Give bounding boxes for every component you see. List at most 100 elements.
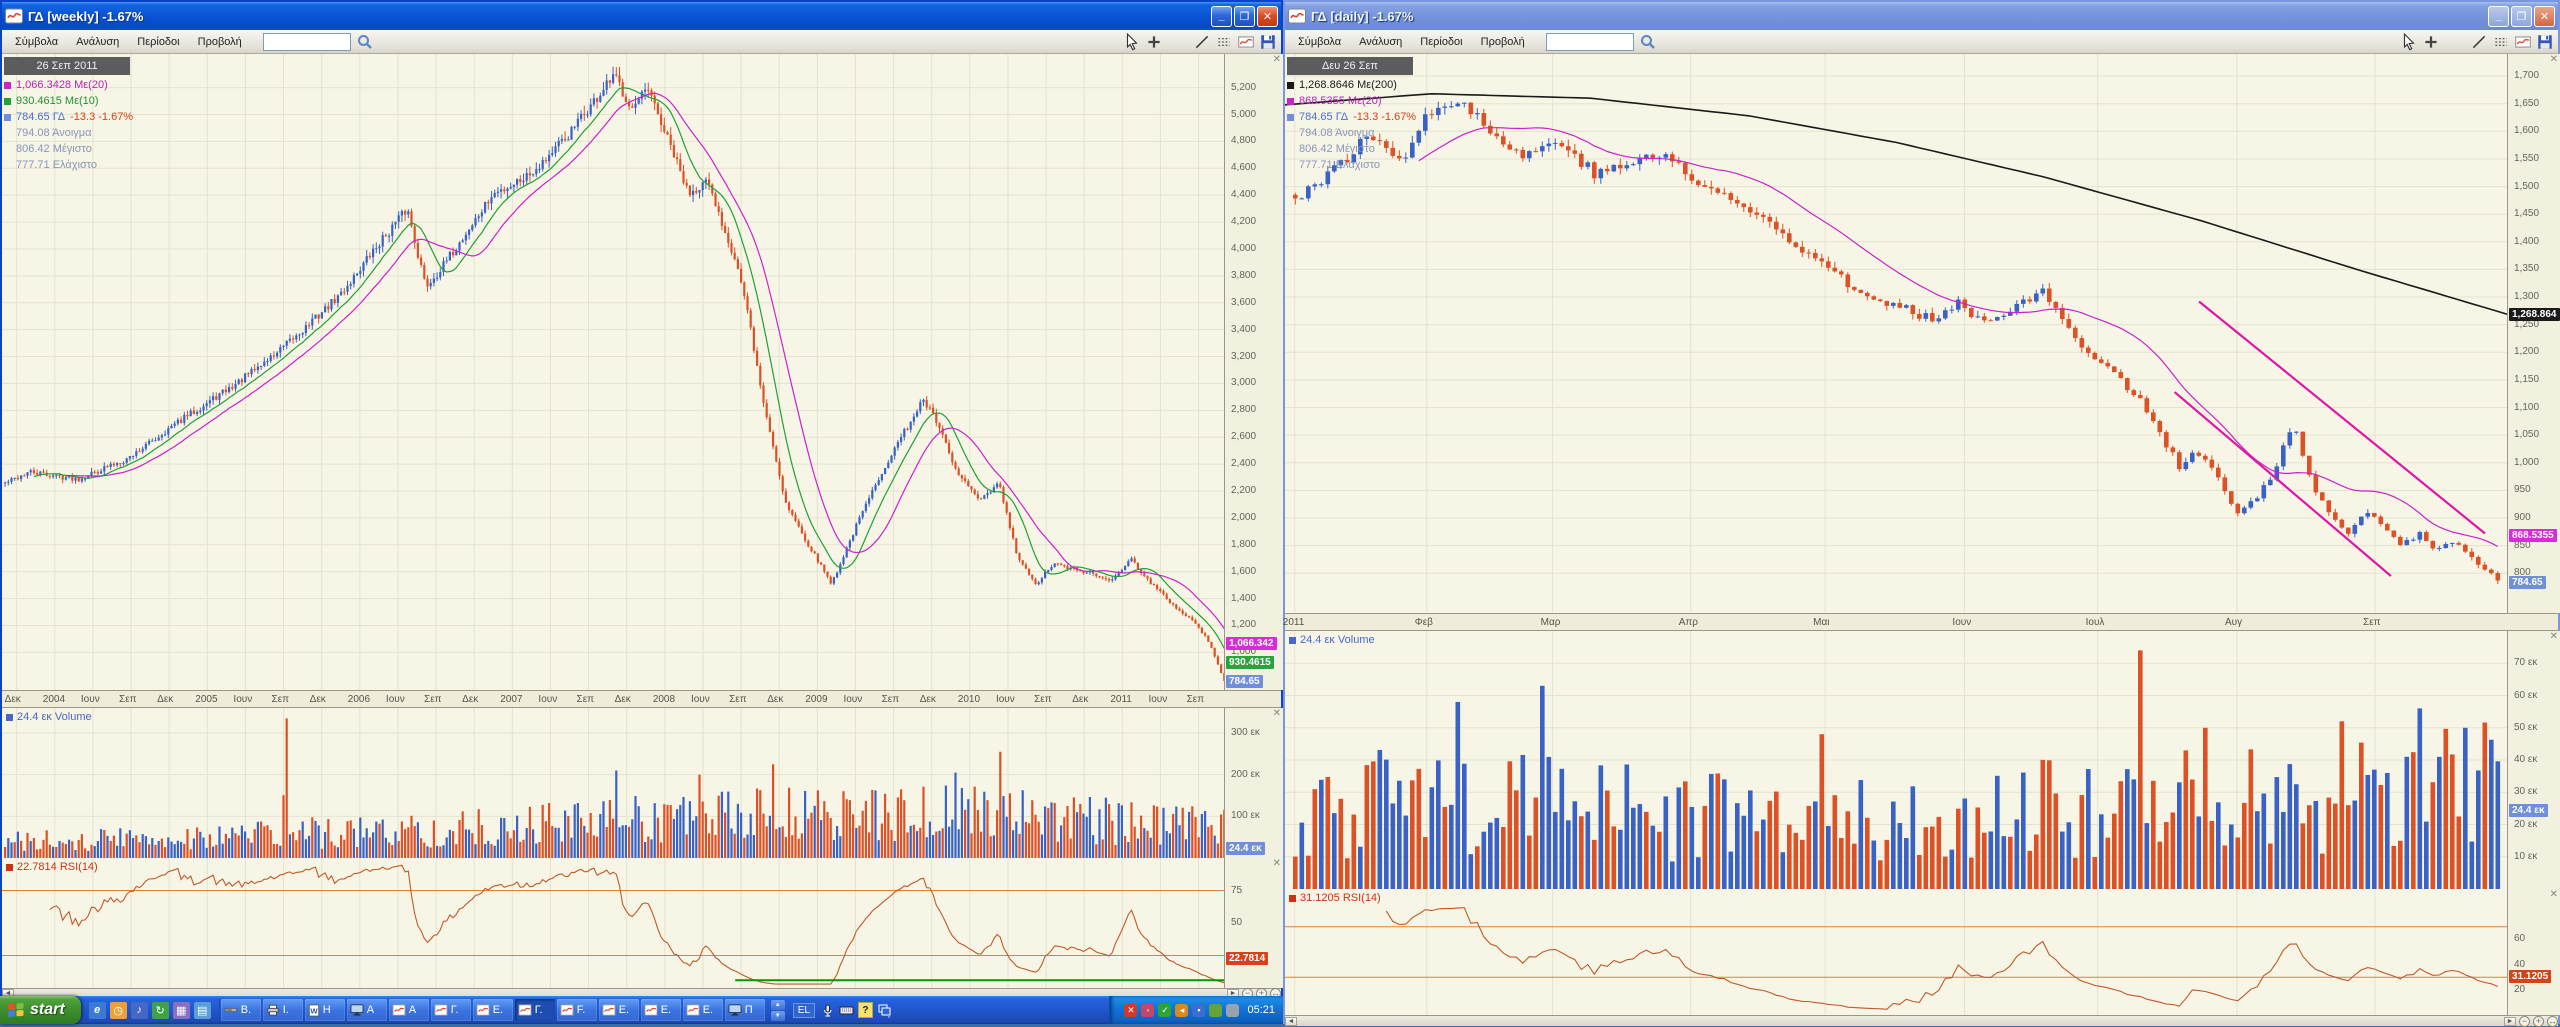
date-axis-label: Σεπ xyxy=(1187,694,1205,705)
daily-price-pane[interactable]: Δευ 26 Σεπ1,268.8646 Με(200)868.5355 Με(… xyxy=(1285,54,2507,613)
clock-icon[interactable]: ◷ xyxy=(110,1002,127,1019)
task-button-E[interactable]: E. xyxy=(473,999,513,1021)
price-axis-label: 1,600 xyxy=(2514,125,2539,136)
volume-marker xyxy=(1289,637,1296,644)
zoom-in-tool-icon[interactable] xyxy=(1145,33,1163,51)
list-tool-icon[interactable] xyxy=(2492,33,2510,51)
alert-icon[interactable]: ✕ xyxy=(1124,1004,1137,1017)
scroll-right-button[interactable]: ► xyxy=(2504,1017,2516,1026)
range-button[interactable]: ↔ xyxy=(2547,1016,2558,1027)
pointer-tool-icon[interactable] xyxy=(1123,33,1141,51)
messenger-icon[interactable]: ◦ xyxy=(1141,1004,1154,1017)
legend-date: Δευ 26 Σεπ xyxy=(1287,57,1413,75)
minimize-button[interactable]: _ xyxy=(1211,6,1232,27)
weekly-titlebar[interactable]: ΓΔ [weekly] -1.67% _ ❐ ✕ xyxy=(2,2,1281,30)
media-icon[interactable]: ♪ xyxy=(131,1002,148,1019)
daily-rsi-pane[interactable]: 31.1205 RSI(14) xyxy=(1285,889,2507,1015)
zoom-in-tool-icon[interactable] xyxy=(2422,33,2440,51)
line-tool-icon[interactable] xyxy=(1193,33,1211,51)
menu-item-περίοδοι[interactable]: Περίοδοι xyxy=(128,33,188,51)
zoom-in-button[interactable]: + xyxy=(2533,1016,2544,1027)
zoom-out-button[interactable]: − xyxy=(2519,1016,2530,1027)
search-icon[interactable] xyxy=(356,33,374,51)
weekly-vol-pane[interactable]: 24.4 εκ Volume xyxy=(2,708,1224,858)
sync-icon[interactable]: ↻ xyxy=(152,1002,169,1019)
daily-titlebar[interactable]: ΓΔ [daily] -1.67% _ ❐ ✕ xyxy=(1285,2,2558,30)
legend-marker xyxy=(4,82,11,89)
weekly-rsi-pane[interactable]: 22.7814 RSI(14) xyxy=(2,858,1224,988)
minimize-button[interactable]: _ xyxy=(2488,6,2509,27)
menu-item-σύμβολα[interactable]: Σύμβολα xyxy=(1289,33,1350,51)
menu-item-ανάλυση[interactable]: Ανάλυση xyxy=(1350,33,1411,51)
task-button-H[interactable]: WH xyxy=(305,999,345,1021)
menu-item-προβολή[interactable]: Προβολή xyxy=(189,33,251,51)
close-button[interactable]: ✕ xyxy=(2534,6,2555,27)
volume-axis-label: 30 εκ xyxy=(2514,786,2537,797)
price-axis-label: 4,600 xyxy=(1231,162,1256,173)
menu-item-προβολή[interactable]: Προβολή xyxy=(1472,33,1534,51)
search-icon[interactable] xyxy=(1639,33,1657,51)
daily-vol-pane[interactable]: 24.4 εκ Volume xyxy=(1285,631,2507,889)
volume-icon[interactable]: ◂ xyxy=(1175,1004,1188,1017)
task-button-Γ[interactable]: Γ. xyxy=(431,999,471,1021)
task-button-B[interactable]: B. xyxy=(221,999,261,1021)
microphone-icon[interactable] xyxy=(820,1003,835,1018)
price-pane-close-icon[interactable]: ✕ xyxy=(2550,55,2558,65)
keyboard-icon[interactable] xyxy=(839,1003,854,1018)
help-icon[interactable]: ? xyxy=(858,1002,873,1018)
task-button-Γ[interactable]: Γ. xyxy=(515,999,555,1021)
task-button-E[interactable]: E. xyxy=(641,999,681,1021)
tool-task-icon xyxy=(224,1004,238,1016)
menu-item-περίοδοι[interactable]: Περίοδοι xyxy=(1411,33,1471,51)
save-tool-icon[interactable] xyxy=(1259,33,1277,51)
close-button[interactable]: ✕ xyxy=(1257,6,1278,27)
task-button-E[interactable]: E. xyxy=(683,999,723,1021)
window-switch-icon[interactable] xyxy=(877,1003,892,1018)
list-tool-icon[interactable] xyxy=(1215,33,1233,51)
start-button[interactable]: start xyxy=(0,996,81,1024)
restore-button[interactable]: ❐ xyxy=(1234,6,1255,27)
daily-chart-window[interactable]: ΓΔ [daily] -1.67% _ ❐ ✕ ΣύμβολαΑνάλυσηΠε… xyxy=(1283,0,2560,1024)
restore-button[interactable]: ❐ xyxy=(2511,6,2532,27)
internet-explorer-icon[interactable]: e xyxy=(89,1002,106,1019)
menu-item-ανάλυση[interactable]: Ανάλυση xyxy=(67,33,128,51)
task-button-A[interactable]: A xyxy=(389,999,429,1021)
device-icon[interactable] xyxy=(1226,1004,1239,1017)
pointer-tool-icon[interactable] xyxy=(2400,33,2418,51)
line-tool-icon[interactable] xyxy=(2470,33,2488,51)
date-axis-label: Απρ xyxy=(1679,617,1698,628)
taskbar-scroll-down-button[interactable]: ▼ xyxy=(771,1011,785,1021)
taskbar-scroll-up-button[interactable]: ▲ xyxy=(771,1000,785,1010)
price-axis-label: 3,200 xyxy=(1231,351,1256,362)
weekly-chart-window[interactable]: ΓΔ [weekly] -1.67% _ ❐ ✕ ΣύμβολαΑνάλυσηΠ… xyxy=(0,0,1283,996)
task-button-A[interactable]: A xyxy=(347,999,387,1021)
network-icon[interactable]: ▪ xyxy=(1192,1004,1205,1017)
task-button-I[interactable]: I. xyxy=(263,999,303,1021)
graphics-icon[interactable] xyxy=(1209,1004,1222,1017)
language-indicator[interactable]: EL xyxy=(793,1003,815,1018)
legend-marker xyxy=(1287,114,1294,121)
folder-icon[interactable]: ▤ xyxy=(194,1002,211,1019)
rsi-pane-close-icon[interactable]: ✕ xyxy=(2550,890,2558,900)
task-button-E[interactable]: E. xyxy=(599,999,639,1021)
weekly-price-pane[interactable]: 26 Σεπ 20111,066.3428 Με(20)930.4615 Με(… xyxy=(2,54,1224,690)
price-pane-close-icon[interactable]: ✕ xyxy=(1273,55,1281,65)
symbol-search-input[interactable] xyxy=(263,33,351,51)
date-axis-label: Ιουλ xyxy=(2086,617,2105,628)
volume-axis-label: 20 εκ xyxy=(2514,819,2537,830)
task-button-F[interactable]: F. xyxy=(557,999,597,1021)
chart-tool-icon[interactable] xyxy=(1237,33,1255,51)
scroll-left-button[interactable]: ◄ xyxy=(1285,1017,1297,1026)
task-button-Π[interactable]: Π xyxy=(725,999,765,1021)
volume-pane-close-icon[interactable]: ✕ xyxy=(2550,632,2558,642)
taskbar-clock[interactable]: 05:21 xyxy=(1247,1004,1275,1016)
legend-text: 806.42 Μέγιστο xyxy=(1299,141,1375,157)
volume-pane-close-icon[interactable]: ✕ xyxy=(1273,709,1281,719)
symbol-search-input[interactable] xyxy=(1546,33,1634,51)
menu-item-σύμβολα[interactable]: Σύμβολα xyxy=(6,33,67,51)
save-tool-icon[interactable] xyxy=(2536,33,2554,51)
package-icon[interactable]: ▦ xyxy=(173,1002,190,1019)
antivirus-icon[interactable]: ✓ xyxy=(1158,1004,1171,1017)
rsi-pane-close-icon[interactable]: ✕ xyxy=(1273,859,1281,869)
chart-tool-icon[interactable] xyxy=(2514,33,2532,51)
